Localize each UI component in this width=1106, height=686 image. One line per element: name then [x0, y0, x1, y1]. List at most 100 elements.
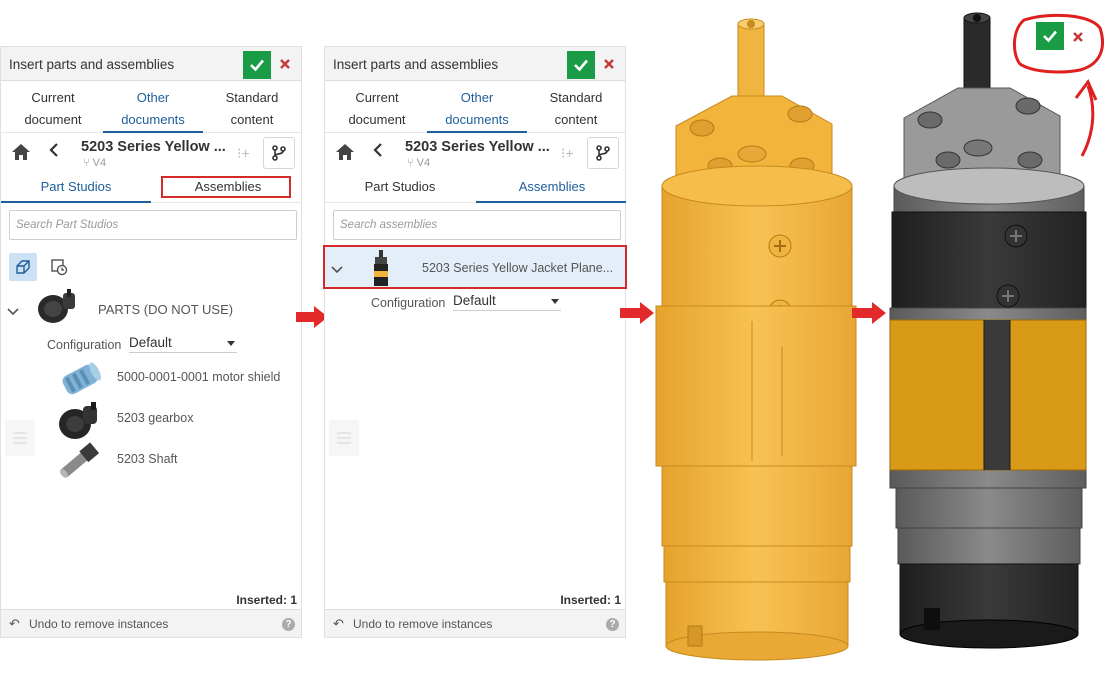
- gearbox-thumbnail: [59, 402, 97, 439]
- configuration-value: Default: [453, 293, 496, 308]
- tab-label: Other: [460, 90, 494, 105]
- help-icon[interactable]: ?: [282, 618, 295, 631]
- studio-tabs: Part Studios Assemblies: [1, 173, 301, 203]
- filter-surfaces-button[interactable]: [45, 253, 73, 281]
- confirm-button[interactable]: [567, 51, 595, 79]
- chevron-left-icon: [373, 143, 382, 157]
- red-right-arrow-icon: [620, 302, 654, 324]
- tab-label: content: [554, 112, 598, 127]
- source-tabs: Current document Other documents Standar…: [325, 81, 625, 133]
- tab-label: Standard: [549, 90, 603, 105]
- inserted-count: Inserted: 1: [560, 593, 621, 607]
- version-branch-button[interactable]: [587, 137, 619, 169]
- assembly-item-label: 5203 Series Yellow Jacket Plane...: [422, 261, 614, 275]
- search-field[interactable]: [333, 210, 621, 240]
- dialog-title: Insert parts and assemblies: [333, 57, 499, 72]
- expand-caret-icon[interactable]: [331, 263, 343, 277]
- branch-icon: [596, 145, 610, 161]
- tab-other-documents[interactable]: Other documents: [429, 87, 525, 131]
- close-button[interactable]: [275, 53, 295, 75]
- tab-label: documents: [121, 112, 185, 127]
- tab-label: Current: [31, 90, 75, 105]
- home-button[interactable]: [335, 143, 355, 166]
- confirm-button[interactable]: [243, 51, 271, 79]
- list-icon: [13, 432, 27, 444]
- tab-label: content: [230, 112, 274, 127]
- chevron-left-icon: [49, 143, 58, 157]
- document-name: 5203 Series Yellow ...: [405, 139, 550, 155]
- dialog-header: Insert parts and assemblies: [1, 47, 301, 81]
- tab-label: Standard: [225, 90, 279, 105]
- filter-parts-button[interactable]: [9, 253, 37, 281]
- close-icon: [604, 59, 614, 69]
- insert-dialog-left: Insert parts and assemblies Current docu…: [0, 46, 302, 638]
- source-tabs: Current document Other documents Standar…: [1, 81, 301, 133]
- tab-label: document: [348, 112, 406, 127]
- tab-current-document[interactable]: Current document: [5, 87, 101, 131]
- assembly-thumbnail: [374, 250, 388, 286]
- search-input[interactable]: [10, 211, 296, 239]
- tab-current-document[interactable]: Current document: [329, 87, 425, 131]
- part-item-motor-shield[interactable]: 5000-0001-0001 motor shield: [117, 370, 280, 384]
- tab-standard-content[interactable]: Standard content: [528, 87, 624, 131]
- help-icon[interactable]: ?: [606, 618, 619, 631]
- side-panel-toggle[interactable]: [5, 420, 35, 456]
- tab-standard-content[interactable]: Standard content: [204, 87, 300, 131]
- part-filter-icon: [16, 260, 30, 274]
- back-button[interactable]: [49, 142, 59, 163]
- version-label: V4: [92, 157, 107, 169]
- tab-part-studios[interactable]: Part Studios: [335, 179, 465, 194]
- back-button[interactable]: [373, 142, 383, 163]
- search-field[interactable]: [9, 210, 297, 240]
- document-bar: 5203 Series Yellow ... ⑂ V4 ⁝+: [325, 133, 625, 173]
- assemblies-highlight-box: [161, 176, 291, 198]
- hand-drawn-highlight-circle: [1013, 13, 1104, 157]
- configuration-select[interactable]: Default: [453, 293, 561, 311]
- undo-link[interactable]: Undo to remove instances: [353, 617, 492, 631]
- studio-tabs: Part Studios Assemblies: [325, 173, 626, 203]
- insert-dialog-middle: Insert parts and assemblies Current docu…: [323, 46, 627, 638]
- inserted-count: Inserted: 1: [236, 593, 297, 607]
- screenshot-stage: Insert parts and assemblies Current docu…: [0, 0, 1106, 686]
- branch-icon: [272, 145, 286, 161]
- tab-assemblies[interactable]: Assemblies: [487, 179, 617, 194]
- dialog-header: Insert parts and assemblies: [325, 47, 625, 81]
- tab-label: Current: [355, 90, 399, 105]
- tab-part-studios[interactable]: Part Studios: [11, 179, 141, 194]
- configuration-label: Configuration: [47, 338, 122, 352]
- tab-other-documents[interactable]: Other documents: [105, 87, 201, 131]
- search-input[interactable]: [334, 211, 620, 239]
- part-item-gearbox[interactable]: 5203 gearbox: [117, 411, 193, 425]
- undo-link[interactable]: Undo to remove instances: [29, 617, 168, 631]
- undo-icon: ↶: [9, 616, 20, 631]
- list-icon: [337, 432, 351, 444]
- motor-shield-thumbnail: [62, 362, 102, 395]
- chevron-down-icon: [227, 341, 235, 346]
- configuration-select[interactable]: Default: [129, 335, 237, 353]
- shaft-thumbnail: [59, 442, 100, 478]
- undo-icon: ↶: [333, 616, 344, 631]
- check-icon: [574, 59, 588, 72]
- document-version: ⑂ V4: [83, 157, 107, 169]
- parts-group-label: PARTS (DO NOT USE): [98, 302, 234, 317]
- home-button[interactable]: [11, 143, 31, 166]
- tab-label: document: [24, 112, 82, 127]
- configuration-value: Default: [129, 335, 172, 350]
- close-button[interactable]: [599, 53, 619, 75]
- document-bar: 5203 Series Yellow ... ⑂ V4 ⁝+: [1, 133, 301, 173]
- version-branch-button[interactable]: [263, 137, 295, 169]
- document-name: 5203 Series Yellow ...: [81, 139, 226, 155]
- dialog-footer: ↶ Undo to remove instances ?: [1, 609, 301, 637]
- motor-preview-highlighted: [655, 18, 857, 661]
- parts-group-thumbnail: [38, 289, 75, 323]
- part-item-shaft[interactable]: 5203 Shaft: [117, 452, 177, 466]
- home-icon: [336, 144, 354, 160]
- close-icon: [280, 59, 290, 69]
- dialog-footer: ↶ Undo to remove instances ?: [325, 609, 625, 637]
- surface-filter-icon: [51, 259, 68, 276]
- expand-caret-icon[interactable]: [7, 305, 19, 319]
- insert-marker-icon: ⁝+: [561, 145, 574, 161]
- active-subtab-underline: [1, 201, 151, 203]
- tab-label: documents: [445, 112, 509, 127]
- side-panel-toggle[interactable]: [329, 420, 359, 456]
